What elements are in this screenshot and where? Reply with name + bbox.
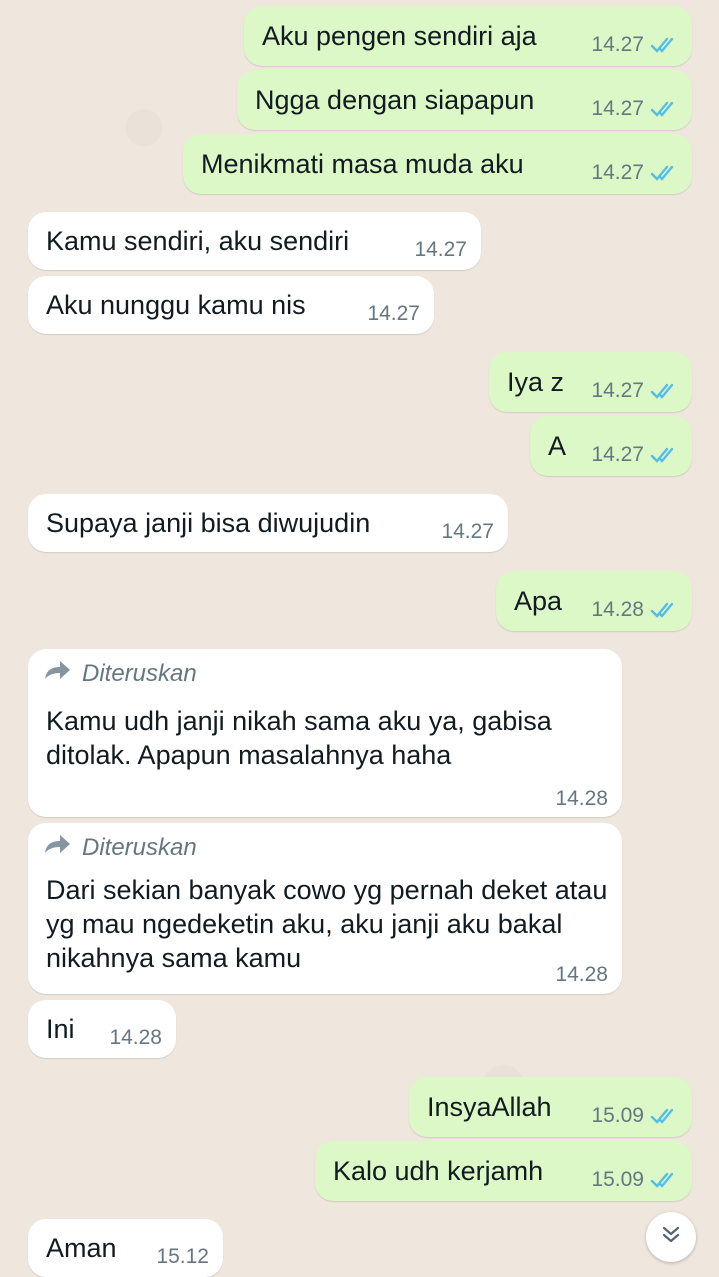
double-check-icon — [650, 164, 678, 182]
message-text: A — [548, 431, 567, 461]
message-meta: 14.27 — [414, 238, 467, 262]
scroll-to-bottom-button[interactable] — [646, 1212, 696, 1262]
message-time: 14.28 — [555, 963, 608, 986]
message-text: Iya z — [507, 367, 565, 397]
double-check-icon — [650, 446, 678, 464]
message-text: Ngga dengan siapapun — [255, 85, 535, 115]
message-bubble-outgoing[interactable]: Menikmati masa muda aku 14.27 — [183, 134, 692, 194]
message-time: 14.27 — [591, 33, 644, 56]
message-text: Ini — [46, 1014, 75, 1044]
message-time: 14.27 — [591, 443, 644, 466]
message-meta: 14.28 — [109, 1026, 162, 1050]
double-check-icon — [650, 601, 678, 619]
forwarded-text: Diteruskan — [82, 833, 197, 861]
forwarded-label: Diteruskan — [44, 659, 197, 688]
message-text: Aku pengen sendiri aja — [262, 21, 537, 51]
message-bubble-outgoing[interactable]: Ngga dengan siapapun 14.27 — [237, 70, 692, 130]
message-bubble-outgoing[interactable]: Kalo udh kerjamh 15.09 — [315, 1141, 692, 1201]
message-text: Aman — [46, 1233, 117, 1263]
message-text: Aku nunggu kamu nis — [46, 290, 306, 320]
message-bubble-incoming[interactable]: Ini 14.28 — [28, 1000, 176, 1058]
message-bubble-incoming-forwarded[interactable]: Diteruskan Kamu udh janji nikah sama aku… — [28, 649, 622, 817]
message-time: 15.09 — [591, 1168, 644, 1191]
message-meta: 14.28 — [555, 963, 608, 987]
message-text: Supaya janji bisa diwujudin — [46, 508, 371, 538]
forwarded-label: Diteruskan — [44, 833, 197, 862]
message-bubble-incoming-forwarded[interactable]: Diteruskan Dari sekian banyak cowo yg pe… — [28, 823, 622, 994]
message-bubble-outgoing[interactable]: InsyaAllah 15.09 — [409, 1077, 692, 1137]
message-meta: 14.28 — [555, 787, 608, 811]
double-check-icon — [650, 382, 678, 400]
forward-arrow-icon — [44, 659, 72, 688]
message-bubble-incoming[interactable]: Supaya janji bisa diwujudin 14.27 — [28, 494, 508, 552]
message-time: 14.28 — [555, 787, 608, 810]
message-time: 14.27 — [441, 520, 494, 543]
message-time: 15.09 — [591, 1104, 644, 1127]
message-text: Kalo udh kerjamh — [333, 1156, 544, 1186]
message-time: 14.27 — [414, 238, 467, 261]
message-time: 15.12 — [156, 1245, 209, 1268]
message-time: 14.27 — [367, 302, 420, 325]
forwarded-text: Diteruskan — [82, 659, 197, 687]
double-check-icon — [650, 100, 678, 118]
message-text: Kamu udh janji nikah sama aku ya, gabisa… — [46, 706, 552, 770]
message-meta: 14.27 — [591, 379, 678, 403]
message-meta: 14.27 — [591, 161, 678, 185]
message-time: 14.28 — [109, 1026, 162, 1049]
message-meta: 14.28 — [591, 598, 678, 622]
message-meta: 14.27 — [591, 97, 678, 121]
chevron-double-down-icon — [660, 1224, 682, 1251]
message-bubble-outgoing[interactable]: Iya z 14.27 — [489, 352, 692, 412]
double-check-icon — [650, 36, 678, 54]
message-bubble-outgoing[interactable]: Apa 14.28 — [496, 571, 692, 631]
message-text: Menikmati masa muda aku — [201, 149, 524, 179]
message-meta: 14.27 — [591, 443, 678, 467]
message-time: 14.27 — [591, 161, 644, 184]
forward-arrow-icon — [44, 833, 72, 862]
message-text: Dari sekian banyak cowo yg pernah deket … — [46, 875, 608, 973]
double-check-icon — [650, 1107, 678, 1125]
message-meta: 15.09 — [591, 1168, 678, 1192]
message-time: 14.28 — [591, 598, 644, 621]
message-bubble-outgoing[interactable]: Aku pengen sendiri aja 14.27 — [244, 6, 692, 66]
double-check-icon — [650, 1171, 678, 1189]
message-meta: 14.27 — [367, 302, 420, 326]
message-meta: 14.27 — [591, 33, 678, 57]
message-bubble-incoming[interactable]: Aman 15.12 — [28, 1219, 223, 1277]
message-bubble-incoming[interactable]: Kamu sendiri, aku sendiri 14.27 — [28, 212, 481, 270]
message-bubble-incoming[interactable]: Aku nunggu kamu nis 14.27 — [28, 276, 434, 334]
message-text: Apa — [514, 586, 563, 616]
message-meta: 15.09 — [591, 1104, 678, 1128]
message-meta: 15.12 — [156, 1245, 209, 1269]
message-time: 14.27 — [591, 97, 644, 120]
message-meta: 14.27 — [441, 520, 494, 544]
message-time: 14.27 — [591, 379, 644, 402]
message-text: Kamu sendiri, aku sendiri — [46, 226, 350, 256]
message-text: InsyaAllah — [427, 1092, 552, 1122]
message-bubble-outgoing[interactable]: A 14.27 — [530, 416, 692, 476]
